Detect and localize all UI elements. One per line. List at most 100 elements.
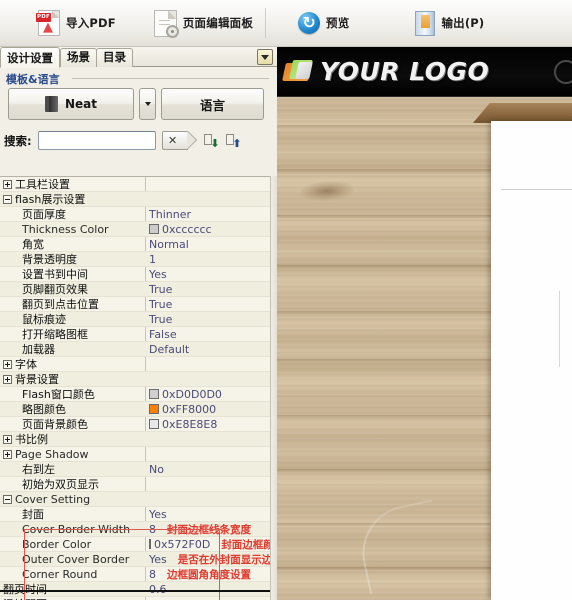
property-row[interactable]: Cover Border Width 8 封面边框线条宽度 [0, 522, 270, 537]
property-name: 背景设置 [0, 371, 145, 387]
property-row[interactable]: 右到左 No [0, 462, 270, 477]
property-value[interactable]: Yes 是否在外封面显示边框 [145, 552, 270, 567]
book-icon [44, 96, 58, 112]
export-button[interactable]: 输出(P) [407, 4, 492, 42]
collapse-icon[interactable] [3, 195, 12, 204]
property-value[interactable]: Default [145, 343, 270, 356]
property-row[interactable]: 背景设置 [0, 372, 270, 387]
property-name: Flash窗口颜色 [0, 386, 145, 402]
property-row[interactable]: 页脚翻页效果 True [0, 282, 270, 297]
property-row[interactable]: Thickness Color 0xcccccc [0, 222, 270, 237]
property-value[interactable]: 0xFF8000 [145, 403, 270, 416]
chevron-down-icon[interactable] [257, 49, 273, 65]
property-value-label: True [149, 282, 173, 296]
property-row[interactable]: 设置书到中间 Yes [0, 267, 270, 282]
property-row[interactable]: 页面背景颜色 0xE8E8E8 [0, 417, 270, 432]
tab-design-settings[interactable]: 设计设置 [0, 47, 60, 68]
property-row[interactable]: 页面厚度 Thinner [0, 207, 270, 222]
property-name-label: Flash窗口颜色 [22, 388, 95, 401]
property-row[interactable]: flash展示设置 [0, 192, 270, 207]
property-name: 滑轮翻页 [0, 596, 145, 600]
property-value[interactable]: 0.6 [145, 583, 270, 596]
property-row[interactable]: 背景透明度 1 [0, 252, 270, 267]
property-name-label: 书比例 [15, 433, 48, 446]
preview-button[interactable]: 预览 [290, 4, 357, 42]
color-swatch-icon[interactable] [149, 404, 159, 414]
property-value[interactable]: 1 [145, 253, 270, 266]
property-name-label: 背景透明度 [22, 253, 77, 266]
property-row[interactable]: 书比例 [0, 432, 270, 447]
clear-search-button[interactable] [161, 131, 188, 150]
language-button[interactable]: 语言 [161, 88, 264, 120]
property-row[interactable]: 角宽 Normal [0, 237, 270, 252]
property-row[interactable]: 工具栏设置 [0, 177, 270, 192]
property-value[interactable]: Normal [145, 238, 270, 251]
property-value[interactable]: 8 封面边框线条宽度 [145, 522, 270, 537]
property-value-label: 8 [149, 567, 156, 581]
property-row[interactable]: 略图颜色 0xFF8000 [0, 402, 270, 417]
color-swatch-icon[interactable] [149, 419, 159, 429]
property-value[interactable]: 8 边框圆角角度设置 [145, 567, 270, 582]
color-swatch-icon[interactable] [149, 389, 159, 399]
property-row[interactable]: 打开缩略图框 False [0, 327, 270, 342]
tab-scene[interactable]: 场景 [60, 48, 97, 67]
property-row[interactable]: Outer Cover Border Yes 是否在外封面显示边框 [0, 552, 270, 567]
property-value[interactable]: Thinner [145, 208, 270, 221]
property-row[interactable]: Border Color 0x572F0D 封面边框颜色 [0, 537, 270, 552]
color-swatch-icon[interactable] [149, 539, 151, 549]
template-select-button[interactable]: Neat [8, 88, 134, 120]
property-name: Corner Round [0, 568, 145, 581]
export-settings-icon[interactable]: ⬆ [225, 133, 242, 149]
property-grid-scrollbar[interactable] [270, 176, 277, 600]
annotation-note: 封面边框线条宽度 [167, 523, 251, 536]
expand-icon[interactable] [3, 449, 12, 459]
application-window: PDF▲ 导入PDF 页面编辑面板 预览 输出(P) [0, 0, 572, 600]
template-language-group-title: 模板&语言 [6, 73, 60, 86]
expand-icon[interactable] [3, 435, 12, 444]
property-row[interactable]: 翻页到点击位置 True [0, 297, 270, 312]
import-pdf-button[interactable]: PDF ▲ 导入PDF [30, 4, 124, 42]
property-value[interactable]: True [145, 313, 270, 326]
property-row[interactable]: 加载器 Default [0, 342, 270, 357]
expand-icon[interactable] [3, 360, 12, 369]
search-input[interactable] [37, 131, 156, 150]
book-page[interactable]: 取先左图等社保的文字都没有错。 [491, 121, 572, 600]
tab-catalog[interactable]: 目录 [96, 48, 133, 67]
template-dropdown-button[interactable] [139, 88, 156, 120]
property-grid[interactable]: 工具栏设置 flash展示设置 页面厚度 Thinner Thickness Color… [0, 176, 270, 600]
property-row[interactable]: 字体 [0, 357, 270, 372]
property-row[interactable]: 鼠标痕迹 True [0, 312, 270, 327]
property-row[interactable]: Cover Setting [0, 492, 270, 507]
expand-icon[interactable] [3, 375, 12, 384]
import-settings-icon[interactable]: ⬇ [203, 133, 220, 149]
property-value[interactable]: 0xD0D0D0 [145, 388, 270, 401]
property-value[interactable]: True [145, 283, 270, 296]
expand-icon[interactable] [3, 180, 12, 189]
property-value[interactable]: Yes [145, 268, 270, 281]
property-value[interactable]: Yes [145, 508, 270, 521]
color-swatch-icon[interactable] [149, 224, 159, 234]
property-row[interactable]: Corner Round 8 边框圆角角度设置 [0, 567, 270, 582]
property-value[interactable]: False [145, 328, 270, 341]
collapse-icon[interactable] [3, 494, 12, 504]
page-edit-panel-icon [153, 9, 179, 38]
property-name: 打开缩略图框 [0, 326, 145, 342]
property-row[interactable]: Flash窗口颜色 0xD0D0D0 [0, 387, 270, 402]
preview-refresh-icon [298, 12, 321, 34]
property-row[interactable]: 封面 Yes [0, 507, 270, 522]
toolbar-separator [265, 8, 267, 38]
property-row[interactable]: Page Shadow [0, 447, 270, 462]
folder-stack-icon [282, 59, 314, 85]
property-row[interactable]: 初始为双页显示 [0, 477, 270, 492]
property-name-label: 设置书到中间 [22, 268, 88, 281]
property-name: 页面背景颜色 [0, 416, 145, 432]
property-value[interactable]: True [145, 298, 270, 311]
header-circle-icon[interactable] [554, 60, 572, 84]
property-value[interactable]: 0x572F0D 封面边框颜色 [145, 537, 270, 552]
property-value[interactable]: 0xcccccc [145, 223, 270, 236]
property-value-label: Yes [149, 507, 167, 521]
property-value-label: Yes [149, 267, 167, 281]
page-edit-panel-button[interactable]: 页面编辑面板 [146, 4, 261, 42]
property-value[interactable]: 0xE8E8E8 [145, 418, 270, 431]
property-value[interactable]: No [145, 463, 270, 476]
